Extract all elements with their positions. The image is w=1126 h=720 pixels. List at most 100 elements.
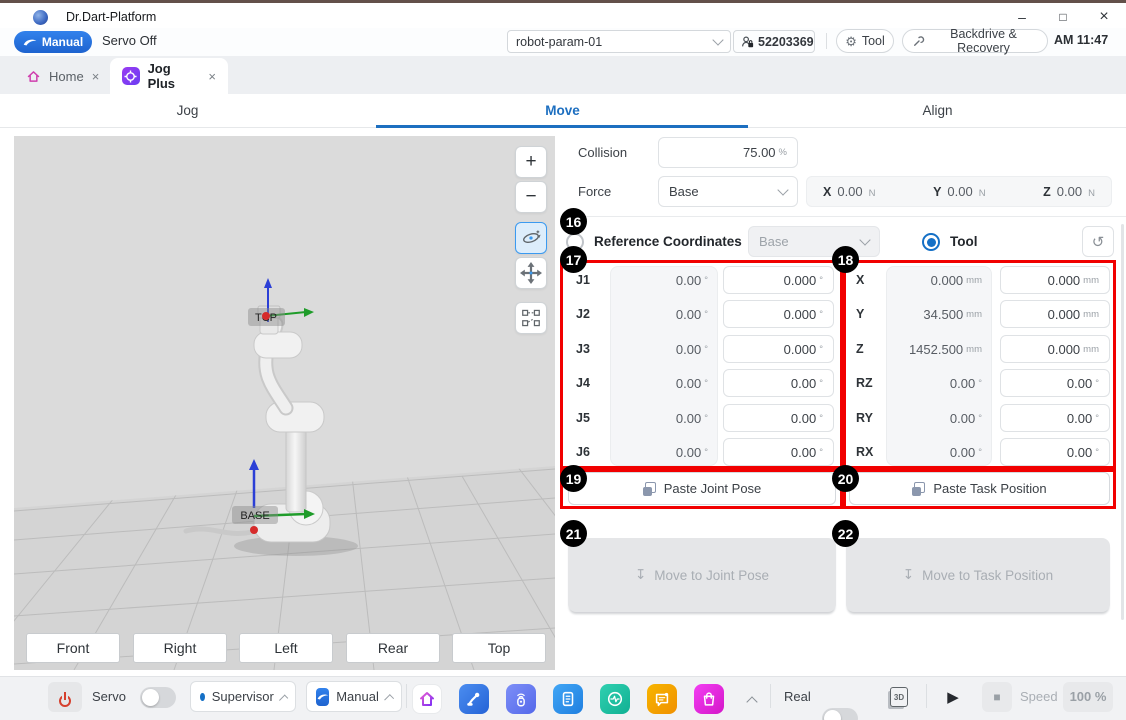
joint-label: J6 <box>576 438 590 466</box>
statusbar-separator <box>926 684 927 708</box>
mode-select[interactable]: Manual <box>306 681 402 712</box>
real-toggle[interactable] <box>822 708 858 720</box>
robot-serial-value: 52203369 <box>758 35 814 49</box>
joint-target-input[interactable]: 0.00° <box>723 369 834 397</box>
app-monitor-icon[interactable] <box>600 684 630 714</box>
close-button[interactable]: × <box>1087 5 1121 29</box>
power-button[interactable] <box>48 682 82 712</box>
statusbar-separator <box>770 684 771 708</box>
chevron-up-icon <box>384 694 394 704</box>
tab-home[interactable]: Home × <box>14 58 108 94</box>
app-chat-icon[interactable] <box>647 684 677 714</box>
app-remote-icon[interactable] <box>506 684 536 714</box>
reference-base-select[interactable]: Base <box>748 226 880 257</box>
collision-input[interactable]: 75.00 % <box>658 137 798 168</box>
tool-radio[interactable] <box>922 233 940 251</box>
force-frame-select[interactable]: Base <box>658 176 798 207</box>
manual-mode-button[interactable]: Manual <box>14 31 92 53</box>
home-icon <box>26 69 41 84</box>
task-target-input[interactable]: 0.000mm <box>1000 335 1110 363</box>
reset-button[interactable]: ↺ <box>1082 226 1114 257</box>
move-to-joint-pose-label: Move to Joint Pose <box>654 568 769 583</box>
paste-icon <box>643 482 656 496</box>
zoom-in-button[interactable]: + <box>515 146 547 178</box>
force-y-axis: Y <box>933 185 941 199</box>
tab-jog-plus[interactable]: Jog Plus × <box>110 58 228 94</box>
dr-dart-platform-window: { "window": {"title": "Dr.Dart-Platform"… <box>0 0 1126 720</box>
play-button[interactable]: ▶ <box>938 682 968 712</box>
subtab-move[interactable]: Move <box>375 94 750 127</box>
minimize-button[interactable]: – <box>1005 5 1039 29</box>
tool-button[interactable]: ⚙ Tool <box>836 29 894 53</box>
joint-label: J3 <box>576 335 590 363</box>
role-select[interactable]: Supervisor <box>190 681 296 712</box>
joint-target-input[interactable]: 0.00° <box>723 404 834 432</box>
task-label: X <box>856 266 864 294</box>
pan-icon <box>520 262 542 284</box>
task-target-input[interactable]: 0.00° <box>1000 404 1110 432</box>
robot-serial-box[interactable]: 52203369 <box>733 30 815 53</box>
panel-scrollbar[interactable] <box>1121 224 1124 620</box>
tool-button-label: Tool <box>862 34 885 48</box>
chevron-down-icon <box>712 34 723 45</box>
real-toggle-knob <box>824 710 841 720</box>
collision-label: Collision <box>578 137 627 168</box>
measure-icon <box>520 307 542 329</box>
task-label: RY <box>856 404 873 432</box>
task-target-input[interactable]: 0.00° <box>1000 438 1110 466</box>
joint-target-input[interactable]: 0.000° <box>723 266 834 294</box>
stop-button[interactable]: ■ <box>982 682 1012 712</box>
view-front-button[interactable]: Front <box>26 633 120 663</box>
paste-task-position-button[interactable]: Paste Task Position <box>849 472 1110 505</box>
speed-label: Speed <box>1020 682 1058 712</box>
chevron-down-icon <box>777 184 788 195</box>
toolbar-separator <box>826 33 827 49</box>
force-readout: X0.00N Y0.00N Z0.00N <box>806 176 1112 207</box>
task-target-input[interactable]: 0.000mm <box>1000 266 1110 294</box>
maximize-button[interactable]: □ <box>1046 5 1080 29</box>
subtab-jog[interactable]: Jog <box>0 94 375 127</box>
measure-tool-button[interactable] <box>515 302 547 334</box>
task-target-input[interactable]: 0.00° <box>1000 369 1110 397</box>
joint-target-input[interactable]: 0.000° <box>723 300 834 328</box>
move-to-task-position-button[interactable]: ↧ Move to Task Position <box>846 538 1110 612</box>
backdrive-button-label: Backdrive & Recovery <box>930 27 1037 55</box>
paste-joint-pose-button[interactable]: Paste Joint Pose <box>568 472 836 505</box>
subtab-move-underline <box>376 125 748 128</box>
task-current-value: 0.000mm <box>886 266 992 294</box>
app-logo-icon <box>33 10 48 25</box>
pan-tool-button[interactable] <box>515 257 547 289</box>
mode-value: Manual <box>336 689 379 704</box>
subtab-align[interactable]: Align <box>750 94 1125 127</box>
joint-target-input[interactable]: 0.000° <box>723 335 834 363</box>
app-jog-icon[interactable] <box>459 684 489 714</box>
simulation-3d-button[interactable]: 3D <box>884 682 914 712</box>
force-frame-value: Base <box>669 184 779 199</box>
window-title: Dr.Dart-Platform <box>66 8 156 26</box>
app-doc-icon[interactable] <box>553 684 583 714</box>
joint-current-value: 0.00° <box>610 369 718 397</box>
view-left-button[interactable]: Left <box>239 633 333 663</box>
servo-toggle[interactable] <box>140 687 176 708</box>
task-current-value: 34.500mm <box>886 300 992 328</box>
manual-mode-icon <box>316 688 329 706</box>
task-target-input[interactable]: 0.000mm <box>1000 300 1110 328</box>
robot-param-select[interactable]: robot-param-01 <box>507 30 731 53</box>
view-top-button[interactable]: Top <box>452 633 546 663</box>
tab-home-close-icon[interactable]: × <box>92 69 100 84</box>
view-rear-button[interactable]: Rear <box>346 633 440 663</box>
robot-3d-viewport[interactable]: TCP BASE <box>14 136 555 670</box>
zoom-out-button[interactable]: − <box>515 181 547 213</box>
force-z-axis: Z <box>1043 185 1051 199</box>
move-to-joint-pose-button[interactable]: ↧ Move to Joint Pose <box>568 538 836 612</box>
backdrive-recovery-button[interactable]: Backdrive & Recovery <box>902 29 1048 53</box>
app-home-icon[interactable] <box>412 684 442 714</box>
joint-target-input[interactable]: 0.00° <box>723 438 834 466</box>
reference-coordinates-radio[interactable] <box>566 233 584 251</box>
tab-jog-plus-close-icon[interactable]: × <box>208 69 216 84</box>
servo-toggle-label: Servo <box>92 682 126 712</box>
view-right-button[interactable]: Right <box>133 633 227 663</box>
orbit-tool-button[interactable] <box>515 222 547 254</box>
app-store-icon[interactable] <box>694 684 724 714</box>
speed-value[interactable]: 100 % <box>1063 682 1113 712</box>
